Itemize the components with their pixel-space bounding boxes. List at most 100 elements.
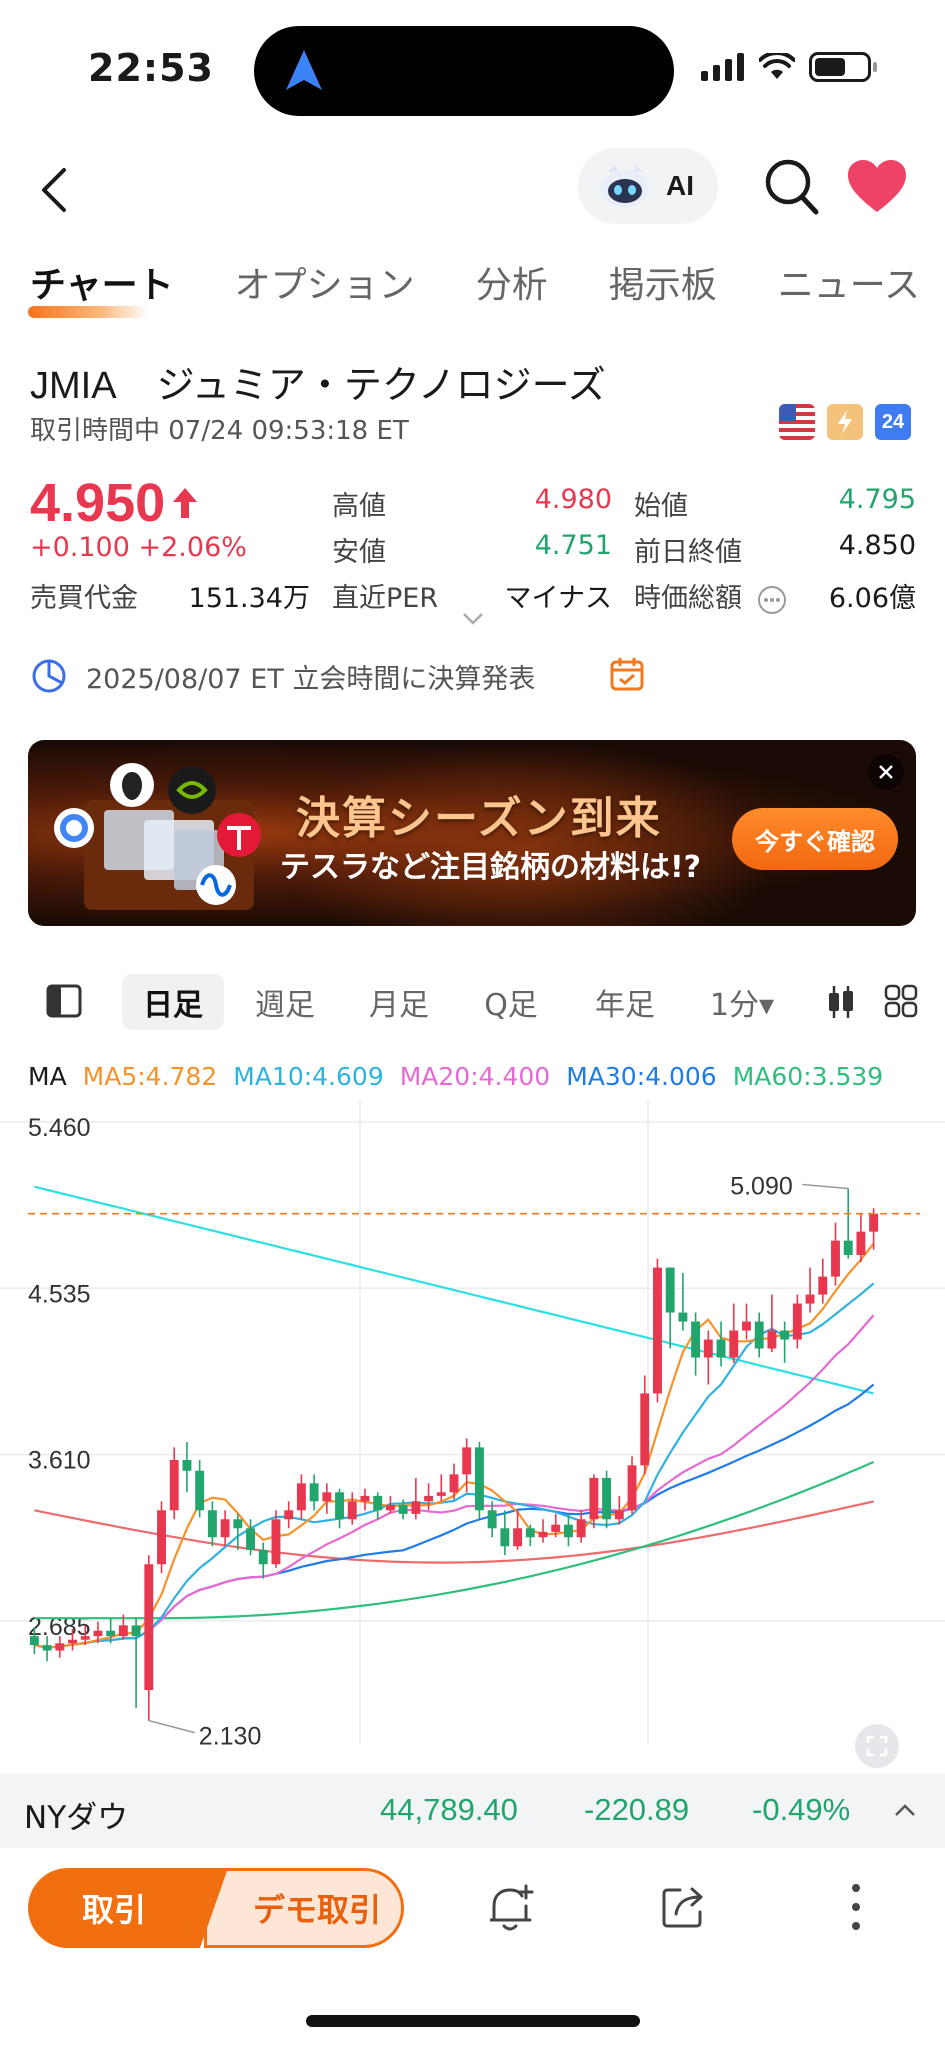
candle-body [691,1321,701,1358]
arrow-up-icon [173,488,198,518]
demo-trade-button[interactable]: デモ取引 [204,1868,404,1948]
battery-icon [809,52,871,82]
alert-bell-icon[interactable] [486,1882,534,1934]
candle-body [487,1510,497,1529]
candle-body [347,1501,357,1520]
period-quarterly[interactable]: Q足 [462,974,560,1030]
candle-body [182,1459,192,1471]
candle-body [767,1330,777,1349]
banner-subtitle: テスラなど注目銘柄の材料は!? [280,850,702,885]
low-label: 安値 [332,537,386,568]
candle-body [233,1519,243,1529]
chevron-down-icon[interactable] [462,612,484,626]
close-icon [879,765,893,779]
index-ticker[interactable]: NYダウ 44,789.40 -220.89 -0.49% [0,1774,945,1848]
index-value: 44,789.40 [380,1792,518,1827]
period-weekly[interactable]: 週足 [236,974,334,1030]
candle-body [653,1267,662,1394]
per-row: 直近PER マイナス [332,576,612,615]
candle-body [246,1528,255,1550]
period-daily[interactable]: 日足 [122,974,224,1030]
grid-menu-icon[interactable] [884,984,918,1018]
fullscreen-button[interactable] [855,1724,899,1768]
candle-body [614,1510,624,1520]
battery-cap [873,62,877,72]
candle-body [322,1492,332,1502]
favorite-heart-icon[interactable] [846,158,908,214]
more-info-icon[interactable] [757,585,787,615]
banner-close-button[interactable] [868,754,904,790]
chevron-up-icon[interactable] [894,1802,916,1818]
open-row: 始値 4.795 [634,484,916,523]
candle-body [678,1312,688,1322]
candlestick-chart[interactable]: 5.460 4.535 3.610 2.685 5.090 2.130 [0,1100,945,1770]
period-intraday-dropdown[interactable]: 1分▾ [694,974,790,1030]
turnover-row: 売買代金 151.34万 [30,576,310,615]
candle-body [68,1639,77,1644]
candle-body [207,1510,217,1538]
price-block: 4.950 [30,472,199,534]
period-yearly[interactable]: 年足 [576,974,674,1030]
candle-body [513,1528,523,1547]
turnover-value: 151.34万 [188,583,310,614]
dynamic-island [254,26,674,116]
search-icon[interactable] [762,156,820,216]
trading-status: 取引時間中 07/24 09:53:18 ET [30,416,409,446]
chevron-left-icon [42,168,66,212]
navigation-arrow-icon [286,50,322,90]
calendar-icon[interactable] [608,655,646,693]
tab-news[interactable]: ニュース [778,256,920,308]
candle-body [157,1510,166,1565]
tab-options[interactable]: オプション [235,256,415,308]
status-icons [701,52,877,82]
candle-body [665,1267,675,1313]
share-icon[interactable] [660,1884,706,1930]
candlestick-type-icon[interactable] [826,984,856,1020]
ma250-line [34,1185,874,1395]
candle-body [742,1321,751,1331]
candle-body [144,1564,154,1691]
status-bar: 22:53 [0,0,945,140]
candle-body [80,1636,90,1640]
earnings-notice[interactable]: 2025/08/07 ET 立会時間に決算発表 [30,656,535,696]
stock-symbol: JMIA [30,365,117,407]
low-value: 4.751 [534,530,612,561]
back-button[interactable] [28,158,78,222]
trade-button-group: デモ取引 取引 [28,1868,404,1948]
ma-legend[interactable]: MA MA5:4.782 MA10:4.609 MA20:4.400 MA30:… [28,1062,883,1091]
candle-body [729,1330,739,1358]
candle-body [462,1447,472,1475]
ai-assistant-button[interactable]: AI [578,148,718,224]
trade-button[interactable]: 取引 [28,1868,228,1948]
badge-24h: 24 [875,404,911,440]
high-row: 高値 4.980 [332,484,612,523]
candle-body [805,1294,815,1304]
promo-banner[interactable]: 決算シーズン到来 テスラなど注目銘柄の材料は!? 今すぐ確認 [28,740,916,926]
stock-name: ジュミア・テクノロジーズ [156,363,606,407]
max-price-label: 5.090 [730,1173,793,1201]
per-value: マイナス [504,583,612,614]
period-monthly[interactable]: 月足 [350,974,448,1030]
y-tick-label: 5.460 [28,1114,91,1142]
tab-chart[interactable]: チャート [28,256,174,318]
banner-cta-button[interactable]: 今すぐ確認 [732,808,898,870]
candle-body [106,1630,116,1637]
bottom-action-bar: デモ取引 取引 [0,1848,945,1968]
candle-body [309,1483,319,1502]
more-options-icon[interactable] [848,1882,864,1932]
candle-body [538,1531,548,1538]
candle-body [640,1393,650,1466]
ma60-label: MA60:3.539 [732,1062,884,1091]
candle-body [271,1519,281,1565]
index-change: -220.89 [584,1792,690,1827]
min-price-label: 2.130 [199,1723,262,1751]
candle-body [754,1321,764,1349]
banner-stock-logos-illustration [54,763,261,910]
split-layout-icon[interactable] [46,984,82,1018]
candle-body [131,1625,141,1637]
candle-body [780,1330,790,1340]
ma10-label: MA10:4.609 [233,1062,384,1091]
ai-robot-icon [601,164,649,208]
tab-board[interactable]: 掲示板 [609,256,717,308]
tab-analysis[interactable]: 分析 [476,256,548,308]
